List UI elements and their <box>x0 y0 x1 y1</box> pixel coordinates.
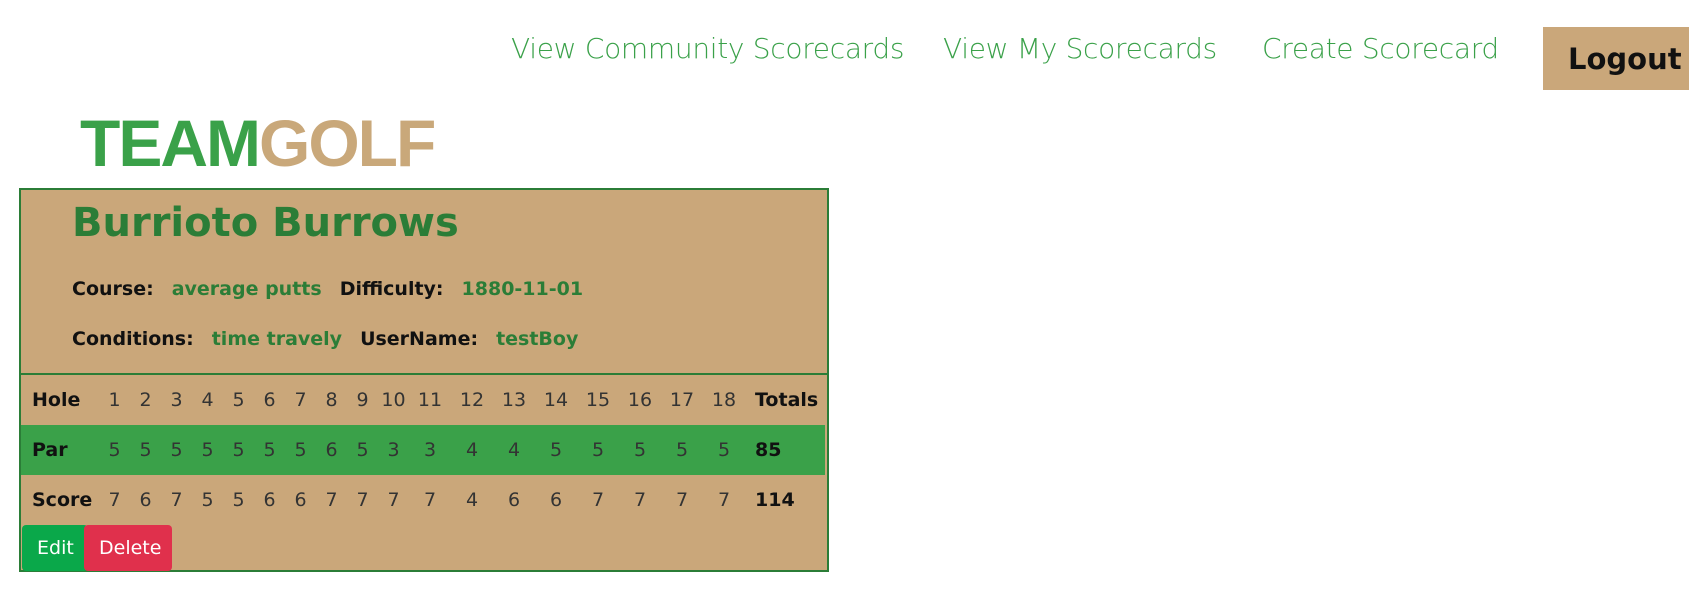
hole-cell: 10 <box>381 389 406 411</box>
score-cell: 6 <box>549 489 563 511</box>
score-cell: 5 <box>201 489 214 511</box>
edit-button[interactable]: Edit <box>22 525 88 571</box>
info-row-course: Course: average putts Difficulty: 1880-11-0… <box>72 278 601 300</box>
course-label: Course: <box>72 278 154 300</box>
delete-button[interactable]: Delete <box>84 525 172 571</box>
conditions-value: time travely <box>211 328 343 350</box>
par-cell: 6 <box>316 425 347 475</box>
hole-cell: 18 <box>711 389 737 411</box>
hole-cell: 15 <box>585 389 611 411</box>
totals-header: Totals <box>755 389 819 411</box>
hole-cell: 12 <box>459 389 485 411</box>
hole-cell: 8 <box>325 389 338 411</box>
hole-cell: 9 <box>356 389 369 411</box>
hole-cell: 17 <box>669 389 695 411</box>
teamgolf-logo: TEAMGOLF <box>80 106 436 180</box>
par-row: Par 5 5 5 5 5 5 5 6 5 3 3 4 4 5 5 5 5 5 85 <box>21 425 825 475</box>
par-total: 85 <box>745 425 825 475</box>
par-cell: 5 <box>254 425 285 475</box>
par-cell: 5 <box>577 425 619 475</box>
difficulty-label: Difficulty: <box>339 278 444 300</box>
score-row: Score 7 6 7 5 5 6 6 7 7 7 7 4 6 6 7 7 7 7 114 <box>21 475 825 525</box>
hole-cell: 14 <box>543 389 569 411</box>
score-cell: 7 <box>387 489 400 511</box>
par-cell: 3 <box>409 425 451 475</box>
par-cell: 5 <box>535 425 577 475</box>
hole-cell: 3 <box>170 389 183 411</box>
par-cell: 5 <box>130 425 161 475</box>
score-cell: 7 <box>170 489 183 511</box>
conditions-label: Conditions: <box>72 328 194 350</box>
par-cell: 4 <box>493 425 535 475</box>
course-value: average putts <box>171 278 322 300</box>
hole-cell: 6 <box>263 389 276 411</box>
par-cell: 4 <box>451 425 493 475</box>
hole-row-label: Hole <box>32 389 81 411</box>
score-cell: 4 <box>465 489 479 511</box>
hole-cell: 4 <box>201 389 214 411</box>
info-row-conditions: Conditions: time travely UserName: testBoy <box>72 328 596 350</box>
par-cell: 5 <box>223 425 254 475</box>
score-cell: 7 <box>325 489 338 511</box>
hole-cell: 7 <box>294 389 307 411</box>
par-cell: 5 <box>285 425 316 475</box>
score-cell: 7 <box>717 489 731 511</box>
score-cell: 6 <box>139 489 152 511</box>
score-cell: 6 <box>294 489 307 511</box>
score-total: 114 <box>755 489 795 511</box>
username-label: UserName: <box>360 328 479 350</box>
score-cell: 5 <box>232 489 245 511</box>
logout-button[interactable]: Logout <box>1543 27 1689 90</box>
score-cell: 7 <box>356 489 369 511</box>
hole-cell: 13 <box>501 389 527 411</box>
score-table: Hole 1 2 3 4 5 6 7 8 9 10 11 12 13 14 15 16 17 18 Totals P… <box>21 375 825 525</box>
scorecard-header: Burrioto Burrows Course: average putts Dif… <box>21 190 827 375</box>
score-cell: 7 <box>675 489 689 511</box>
hole-cell: 1 <box>108 389 121 411</box>
card-actions: Edit Delete <box>22 525 172 571</box>
score-row-label: Score <box>32 489 93 511</box>
scorecard-card: Burrioto Burrows Course: average putts Dif… <box>19 188 829 572</box>
hole-cell: 2 <box>139 389 152 411</box>
logo-golf-text: GOLF <box>258 106 436 180</box>
view-my-scorecards-link[interactable]: View My Scorecards <box>943 32 1217 65</box>
username-value: testBoy <box>496 328 579 350</box>
par-row-label: Par <box>21 425 99 475</box>
score-cell: 7 <box>591 489 605 511</box>
difficulty-value: 1880-11-01 <box>461 278 584 300</box>
par-cell: 5 <box>192 425 223 475</box>
par-cell: 5 <box>661 425 703 475</box>
par-cell: 5 <box>99 425 130 475</box>
par-cell: 5 <box>703 425 745 475</box>
logo-team-text: TEAM <box>80 106 261 180</box>
score-cell: 6 <box>263 489 276 511</box>
hole-cell: 16 <box>627 389 653 411</box>
score-cell: 7 <box>108 489 121 511</box>
hole-cell: 11 <box>417 389 443 411</box>
create-scorecard-link[interactable]: Create Scorecard <box>1262 32 1499 65</box>
hole-cell: 5 <box>232 389 245 411</box>
par-cell: 5 <box>619 425 661 475</box>
score-cell: 7 <box>633 489 647 511</box>
score-cell: 7 <box>423 489 437 511</box>
par-cell: 5 <box>161 425 192 475</box>
scorecard-title: Burrioto Burrows <box>72 200 459 246</box>
score-cell: 6 <box>507 489 521 511</box>
par-cell: 5 <box>347 425 378 475</box>
view-community-scorecards-link[interactable]: View Community Scorecards <box>511 32 904 65</box>
hole-row: Hole 1 2 3 4 5 6 7 8 9 10 11 12 13 14 15 16 17 18 Totals <box>21 375 825 425</box>
par-cell: 3 <box>378 425 409 475</box>
top-nav: View Community Scorecards View My Scorec… <box>0 0 1689 100</box>
